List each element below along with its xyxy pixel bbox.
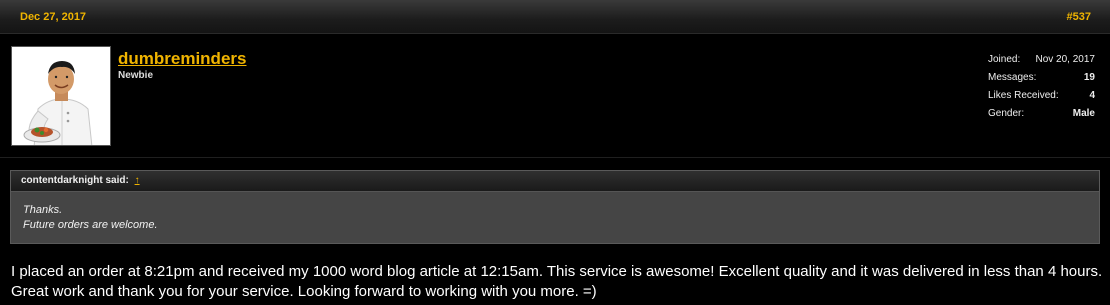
quote-author: contentdarknight said: xyxy=(21,175,129,186)
jump-to-quote-link[interactable]: ↑ xyxy=(135,175,140,186)
quote-header: contentdarknight said: ↑ xyxy=(11,171,1099,192)
post-message: I placed an order at 8:21pm and received… xyxy=(11,263,1103,300)
user-title: Newbie xyxy=(118,70,154,81)
stat-value: Nov 20, 2017 xyxy=(1035,54,1096,65)
stat-value: 4 xyxy=(1089,90,1095,101)
user-info-row: dumbreminders Newbie Joined: Nov 20, 201… xyxy=(0,34,1110,158)
quote-line: Future orders are welcome. xyxy=(23,219,158,231)
post-permalink-number[interactable]: #537 xyxy=(1067,11,1091,23)
chef-avatar-image xyxy=(12,47,110,145)
stat-value: Male xyxy=(1072,108,1095,119)
stat-label: Joined: xyxy=(988,54,1021,65)
stat-joined: Joined: Nov 20, 2017 xyxy=(988,54,1095,72)
quote-block: contentdarknight said: ↑ Thanks. Future … xyxy=(10,170,1100,244)
stat-gender: Gender: Male xyxy=(988,108,1095,126)
post-date[interactable]: Dec 27, 2017 xyxy=(20,11,86,23)
stat-label: Messages: xyxy=(988,72,1037,83)
stat-label: Likes Received: xyxy=(988,90,1059,101)
stat-likes: Likes Received: 4 xyxy=(988,90,1095,108)
quote-body: Thanks. Future orders are welcome. xyxy=(11,192,1099,233)
quote-line: Thanks. xyxy=(23,204,63,216)
stat-messages: Messages: 19 xyxy=(988,72,1095,90)
stat-value[interactable]: 19 xyxy=(1084,72,1095,90)
user-stats: Joined: Nov 20, 2017 Messages: 19 Likes … xyxy=(988,54,1095,126)
stat-label: Gender: xyxy=(988,108,1025,119)
username-link[interactable]: dumbreminders xyxy=(118,49,246,69)
post-header-bar: Dec 27, 2017 #537 xyxy=(0,0,1110,34)
user-avatar[interactable] xyxy=(11,46,111,146)
